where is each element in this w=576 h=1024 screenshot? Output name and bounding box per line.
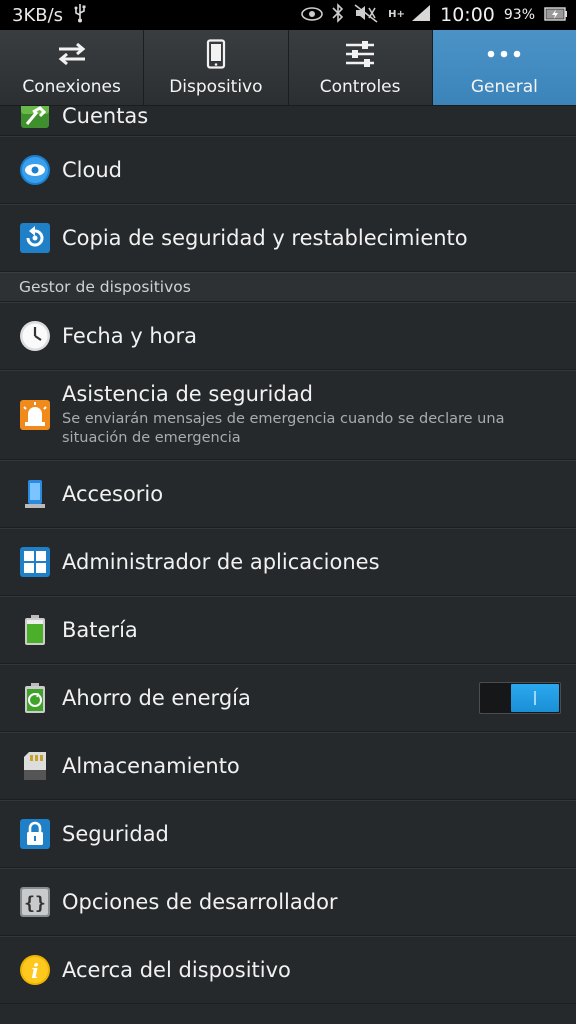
- power-saving-toggle[interactable]: [479, 682, 561, 714]
- list-item-fecha-hora[interactable]: Fecha y hora: [0, 302, 576, 370]
- item-title: Acerca del dispositivo: [62, 958, 291, 982]
- svg-text:{}: {}: [24, 893, 46, 914]
- list-item-ahorro[interactable]: Ahorro de energía: [0, 664, 576, 732]
- list-item-cuentas[interactable]: Cuentas: [0, 104, 576, 136]
- item-title: Ahorro de energía: [62, 686, 251, 710]
- info-icon: i: [18, 953, 52, 987]
- tab-general[interactable]: General: [432, 30, 576, 105]
- item-title: Administrador de aplicaciones: [62, 550, 380, 574]
- sliders-icon: [344, 35, 376, 73]
- list-item-administrador[interactable]: Administrador de aplicaciones: [0, 528, 576, 596]
- tab-label: Controles: [319, 77, 401, 97]
- item-title: Batería: [62, 618, 138, 642]
- tab-conexiones[interactable]: Conexiones: [0, 30, 145, 105]
- lock-icon: [18, 817, 52, 851]
- list-item-bateria[interactable]: Batería: [0, 596, 576, 664]
- tab-label: General: [470, 77, 538, 97]
- tab-label: Dispositivo: [169, 77, 263, 97]
- swap-arrows-icon: [57, 35, 87, 73]
- list-item-acerca[interactable]: i Acerca del dispositivo: [0, 936, 576, 1004]
- clock-time: 10:00: [440, 4, 495, 26]
- item-title: Opciones de desarrollador: [62, 890, 338, 914]
- list-item-cloud[interactable]: Cloud: [0, 136, 576, 204]
- siren-icon: [18, 398, 52, 432]
- list-item-almacenamiento[interactable]: Almacenamiento: [0, 732, 576, 800]
- item-title: Cuentas: [62, 104, 149, 128]
- power-saving-icon: [18, 681, 52, 715]
- accessory-icon: [18, 477, 52, 511]
- more-dots-icon: [486, 35, 522, 73]
- data-speed: 3KB/s: [12, 4, 64, 26]
- accounts-key-icon: [18, 106, 52, 130]
- item-title: Cloud: [62, 158, 122, 182]
- item-title: Fecha y hora: [62, 324, 198, 348]
- bluetooth-icon: [332, 3, 344, 27]
- eye-icon: [301, 6, 323, 25]
- list-item-backup[interactable]: Copia de seguridad y restablecimiento: [0, 204, 576, 272]
- mute-vibrate-icon: [353, 3, 379, 27]
- cloud-icon: [18, 153, 52, 187]
- tab-controles[interactable]: Controles: [289, 30, 433, 105]
- battery-percent: 93%: [503, 7, 535, 23]
- settings-list: Cuentas Cloud Copia de seguridad y resta…: [0, 104, 576, 1004]
- item-title: Asistencia de seguridad: [62, 382, 313, 406]
- tab-label: Conexiones: [22, 77, 121, 97]
- item-title: Seguridad: [62, 822, 169, 846]
- developer-braces-icon: {}: [18, 885, 52, 919]
- battery-charging-icon: [544, 6, 568, 25]
- phone-icon: [206, 35, 226, 73]
- section-header: Gestor de dispositivos: [0, 272, 576, 302]
- sd-card-icon: [18, 749, 52, 783]
- app-grid-icon: [18, 545, 52, 579]
- battery-icon: [18, 613, 52, 647]
- toggle-knob: [511, 684, 559, 712]
- backup-restore-icon: [18, 221, 52, 255]
- list-item-desarrollador[interactable]: {} Opciones de desarrollador: [0, 868, 576, 936]
- item-title: Copia de seguridad y restablecimiento: [62, 226, 468, 250]
- network-type: H+: [388, 9, 405, 20]
- item-title: Almacenamiento: [62, 754, 240, 778]
- signal-icon: [411, 4, 431, 26]
- item-title: Accesorio: [62, 482, 164, 506]
- list-item-asistencia[interactable]: Asistencia de seguridad Se enviarán mens…: [0, 370, 576, 460]
- clock-icon: [18, 319, 52, 353]
- status-bar: 3KB/s H+ 10:00 93%: [0, 0, 576, 30]
- svg-text:i: i: [31, 959, 39, 983]
- settings-tabs: Conexiones Dispositivo Controles General: [0, 30, 576, 106]
- tab-dispositivo[interactable]: Dispositivo: [144, 30, 289, 105]
- list-item-seguridad[interactable]: Seguridad: [0, 800, 576, 868]
- list-item-accesorio[interactable]: Accesorio: [0, 460, 576, 528]
- item-subtitle: Se enviarán mensajes de emergencia cuand…: [62, 411, 505, 446]
- usb-icon: [73, 3, 87, 28]
